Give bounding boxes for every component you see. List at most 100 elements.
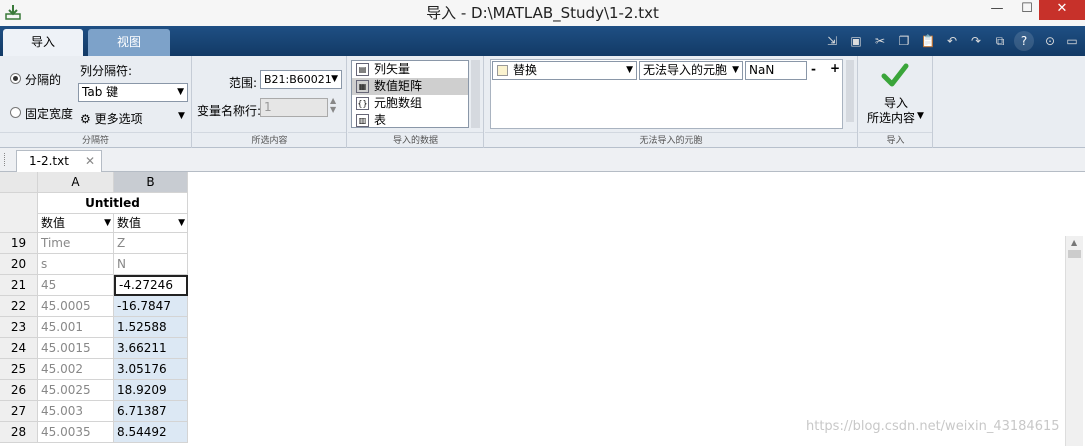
more-options-dropdown-icon[interactable]: ▼: [178, 111, 185, 121]
column-type-a[interactable]: 数值 ▼: [38, 214, 114, 233]
row-header[interactable]: 23: [0, 317, 38, 338]
copy-icon[interactable]: ❐: [894, 31, 914, 51]
delimiter-value: Tab 键: [82, 85, 119, 99]
row-header[interactable]: 24: [0, 338, 38, 359]
import-data-icon[interactable]: ⇲: [822, 31, 842, 51]
save-icon[interactable]: ▣: [846, 31, 866, 51]
group-label-selection: 所选内容: [193, 132, 346, 148]
cell-a[interactable]: 45.003: [38, 401, 114, 422]
condition-select[interactable]: 无法导入的元胞 ▼: [639, 61, 743, 80]
row-header[interactable]: 22: [0, 296, 38, 317]
group-unimportable-cells: 替换 ▼ 无法导入的元胞 ▼ NaN - + 无法导入的元胞: [485, 56, 858, 148]
help-icon[interactable]: ?: [1014, 31, 1034, 51]
cell-a[interactable]: 45.001: [38, 317, 114, 338]
var-names-row-spinner[interactable]: ▲ ▼: [330, 96, 336, 114]
cell-b[interactable]: -4.27246: [114, 275, 188, 296]
column-delimiter-label: 列分隔符:: [80, 64, 133, 78]
tab-import[interactable]: 导入: [3, 29, 83, 56]
chevron-down-icon: ▼: [178, 218, 185, 228]
cell-a[interactable]: 45.0035: [38, 422, 114, 443]
column-header-b[interactable]: B: [114, 172, 188, 193]
row-header[interactable]: 20: [0, 254, 38, 275]
cut-icon[interactable]: ✂: [870, 31, 890, 51]
table-icon: ▥: [356, 114, 369, 127]
group-label-import: 导入: [859, 132, 932, 148]
cell-a[interactable]: Time: [38, 233, 114, 254]
chevron-down-icon: ▼: [177, 87, 184, 97]
gear-icon: ⚙: [80, 112, 91, 126]
scroll-up-icon[interactable]: ▲: [1071, 238, 1077, 247]
group-label-delimiters: 分隔符: [0, 132, 191, 148]
variable-name-cell[interactable]: Untitled: [38, 193, 188, 214]
row-header[interactable]: 25: [0, 359, 38, 380]
output-type-cell-array[interactable]: {} 元胞数组: [352, 95, 468, 112]
ribbon: 分隔的 固定宽度 列分隔符: Tab 键 ▼ ⚙ 更多选项 ▼ 分隔符 范围: …: [0, 56, 1085, 148]
cell-b[interactable]: N: [114, 254, 188, 275]
rule-value: 替换: [513, 63, 538, 77]
close-button[interactable]: ✕: [1039, 0, 1085, 20]
replacement-value-input[interactable]: NaN: [745, 61, 807, 80]
cell-a[interactable]: 45.002: [38, 359, 114, 380]
import-selection-button[interactable]: 导入 所选内容 ▼: [859, 56, 932, 131]
cell-b[interactable]: 8.54492: [114, 422, 188, 443]
chevron-down-icon: ▼: [626, 65, 633, 75]
var-names-row-input[interactable]: 1: [260, 98, 328, 117]
cell-b[interactable]: Z: [114, 233, 188, 254]
rules-scrollbar[interactable]: [846, 60, 854, 122]
vertical-scrollbar[interactable]: ▲: [1065, 236, 1083, 446]
cell-a[interactable]: s: [38, 254, 114, 275]
cell-b[interactable]: 1.52588: [114, 317, 188, 338]
cell-a[interactable]: 45: [38, 275, 114, 296]
close-icon[interactable]: ✕: [85, 151, 95, 171]
row-header[interactable]: 26: [0, 380, 38, 401]
paste-icon[interactable]: 📋: [918, 31, 938, 51]
cell-b[interactable]: 3.05176: [114, 359, 188, 380]
more-options-button[interactable]: ⚙ 更多选项: [80, 110, 143, 127]
cell-b[interactable]: -16.7847: [114, 296, 188, 317]
output-type-column-vectors[interactable]: ▤ 列矢量: [352, 61, 468, 78]
range-value: B21:B60021: [264, 73, 332, 86]
output-type-table[interactable]: ▥ 表: [352, 112, 468, 127]
document-tab[interactable]: 1-2.txt ✕: [16, 150, 102, 172]
options-dropdown-icon[interactable]: ⊙: [1040, 31, 1060, 51]
add-rule-button[interactable]: +: [830, 61, 840, 75]
cell-a[interactable]: 45.0025: [38, 380, 114, 401]
group-output-type: ▤ 列矢量 ▦ 数值矩阵 {} 元胞数组 ▥ 表 导入的数据: [348, 56, 484, 148]
output-type-scrollbar[interactable]: [471, 60, 480, 128]
cell-b[interactable]: 18.9209: [114, 380, 188, 401]
cell-a[interactable]: 45.0015: [38, 338, 114, 359]
column-type-b[interactable]: 数值 ▼: [114, 214, 188, 233]
delimited-radio[interactable]: [10, 73, 21, 84]
minimize-button[interactable]: —: [982, 0, 1012, 20]
row-header[interactable]: 28: [0, 422, 38, 443]
output-type-list[interactable]: ▤ 列矢量 ▦ 数值矩阵 {} 元胞数组 ▥ 表: [351, 60, 469, 128]
chevron-down-icon: ▼: [331, 74, 338, 84]
checkmark-icon: [881, 63, 909, 87]
group-label-output-type: 导入的数据: [348, 132, 483, 148]
delimiter-select[interactable]: Tab 键 ▼: [78, 83, 188, 102]
scroll-thumb[interactable]: [1068, 250, 1081, 258]
row-header[interactable]: 21: [0, 275, 38, 296]
row-header[interactable]: 19: [0, 233, 38, 254]
cell-b[interactable]: 3.66211: [114, 338, 188, 359]
range-select[interactable]: B21:B60021 ▼: [260, 70, 342, 89]
minimize-ribbon-icon[interactable]: ▭: [1062, 31, 1082, 51]
fixed-width-radio[interactable]: [10, 107, 21, 118]
watermark-text: https://blog.csdn.net/weixin_43184615: [806, 419, 1060, 434]
import-label-line2: 所选内容: [867, 111, 916, 125]
output-type-numeric-matrix[interactable]: ▦ 数值矩阵: [352, 78, 468, 95]
group-selection: 范围: B21:B60021 ▼ 变量名称行: 1 ▲ ▼ 所选内容: [193, 56, 347, 148]
undo-icon[interactable]: ↶: [942, 31, 962, 51]
maximize-button[interactable]: ☐: [1012, 0, 1042, 20]
grid-corner: [0, 172, 38, 193]
cell-a[interactable]: 45.0005: [38, 296, 114, 317]
redo-icon[interactable]: ↷: [966, 31, 986, 51]
remove-rule-button[interactable]: -: [811, 62, 816, 76]
row-header[interactable]: 27: [0, 401, 38, 422]
rule-color-icon: [497, 65, 508, 76]
tab-view[interactable]: 视图: [88, 29, 170, 56]
column-header-a[interactable]: A: [38, 172, 114, 193]
rule-select[interactable]: 替换 ▼: [492, 61, 637, 80]
cell-b[interactable]: 6.71387: [114, 401, 188, 422]
switch-windows-icon[interactable]: ⧉: [990, 31, 1010, 51]
